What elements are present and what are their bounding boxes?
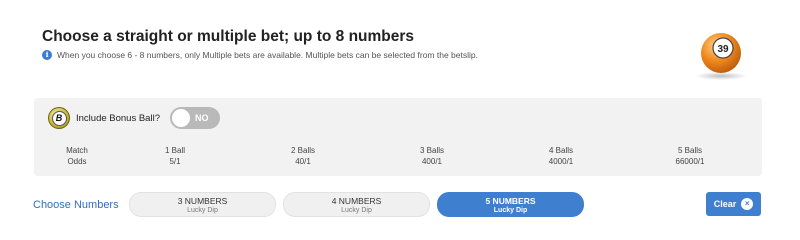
pick-button-label: 3 NUMBERS bbox=[177, 196, 228, 206]
lotto-ball-icon: 39 bbox=[695, 33, 747, 80]
odds-match: 3 Balls bbox=[419, 146, 444, 155]
odds-value: 5/1 bbox=[169, 157, 181, 166]
toggle-state-label: NO bbox=[194, 113, 209, 123]
pick-5-numbers-button[interactable]: 5 NUMBERS Lucky Dip bbox=[437, 192, 584, 217]
choose-numbers-label: Choose Numbers bbox=[33, 199, 119, 211]
odds-value: 40/1 bbox=[295, 157, 311, 166]
bonus-ball-letter: B bbox=[51, 110, 67, 126]
info-text: When you choose 6 - 8 numbers, only Mult… bbox=[57, 50, 478, 60]
pick-button-sublabel: Lucky Dip bbox=[493, 207, 528, 214]
odds-match: 4 Balls bbox=[548, 146, 573, 155]
lotto-ball-number: 39 bbox=[717, 44, 729, 55]
pick-4-numbers-button[interactable]: 4 NUMBERS Lucky Dip bbox=[283, 192, 430, 217]
odds-match: 5 Balls bbox=[677, 146, 702, 155]
bonus-ball-icon: B bbox=[48, 107, 70, 129]
odds-value: 4000/1 bbox=[548, 157, 574, 166]
pick-button-label: 5 NUMBERS bbox=[485, 196, 536, 206]
odds-value: 400/1 bbox=[421, 157, 443, 166]
bonus-ball-row: B Include Bonus Ball? NO bbox=[48, 107, 220, 129]
odds-column-2-balls: 2 Balls 40/1 bbox=[258, 145, 348, 167]
pick-3-numbers-button[interactable]: 3 NUMBERS Lucky Dip bbox=[129, 192, 276, 217]
bonus-odds-panel: B Include Bonus Ball? NO Match Odds 1 Ba… bbox=[34, 98, 762, 176]
odds-value-label: Odds bbox=[67, 157, 87, 166]
odds-value: 66000/1 bbox=[675, 157, 705, 166]
odds-match: 1 Ball bbox=[164, 146, 185, 155]
close-icon: × bbox=[741, 198, 754, 210]
bonus-ball-label: Include Bonus Ball? bbox=[76, 112, 160, 124]
odds-column-4-balls: 4 Balls 4000/1 bbox=[516, 145, 606, 167]
odds-table: Match Odds 1 Ball 5/1 2 Balls 40/1 3 Bal… bbox=[34, 145, 762, 169]
clear-button[interactable]: Clear × bbox=[706, 192, 761, 216]
odds-column-1-ball: 1 Ball 5/1 bbox=[130, 145, 220, 167]
odds-column-3-balls: 3 Balls 400/1 bbox=[387, 145, 477, 167]
page-title: Choose a straight or multiple bet; up to… bbox=[42, 28, 415, 45]
toggle-knob bbox=[171, 109, 190, 127]
odds-column-5-balls: 5 Balls 66000/1 bbox=[645, 145, 735, 167]
info-note: i When you choose 6 - 8 numbers, only Mu… bbox=[42, 50, 478, 60]
pick-button-sublabel: Lucky Dip bbox=[341, 207, 372, 214]
pick-button-sublabel: Lucky Dip bbox=[187, 207, 218, 214]
pick-button-label: 4 NUMBERS bbox=[331, 196, 382, 206]
info-icon: i bbox=[42, 50, 52, 60]
odds-match-label: Match bbox=[66, 146, 88, 155]
clear-button-label: Clear bbox=[713, 199, 737, 209]
bonus-ball-toggle[interactable]: NO bbox=[169, 107, 220, 129]
odds-column-header: Match Odds bbox=[32, 145, 122, 167]
odds-match: 2 Balls bbox=[290, 146, 315, 155]
